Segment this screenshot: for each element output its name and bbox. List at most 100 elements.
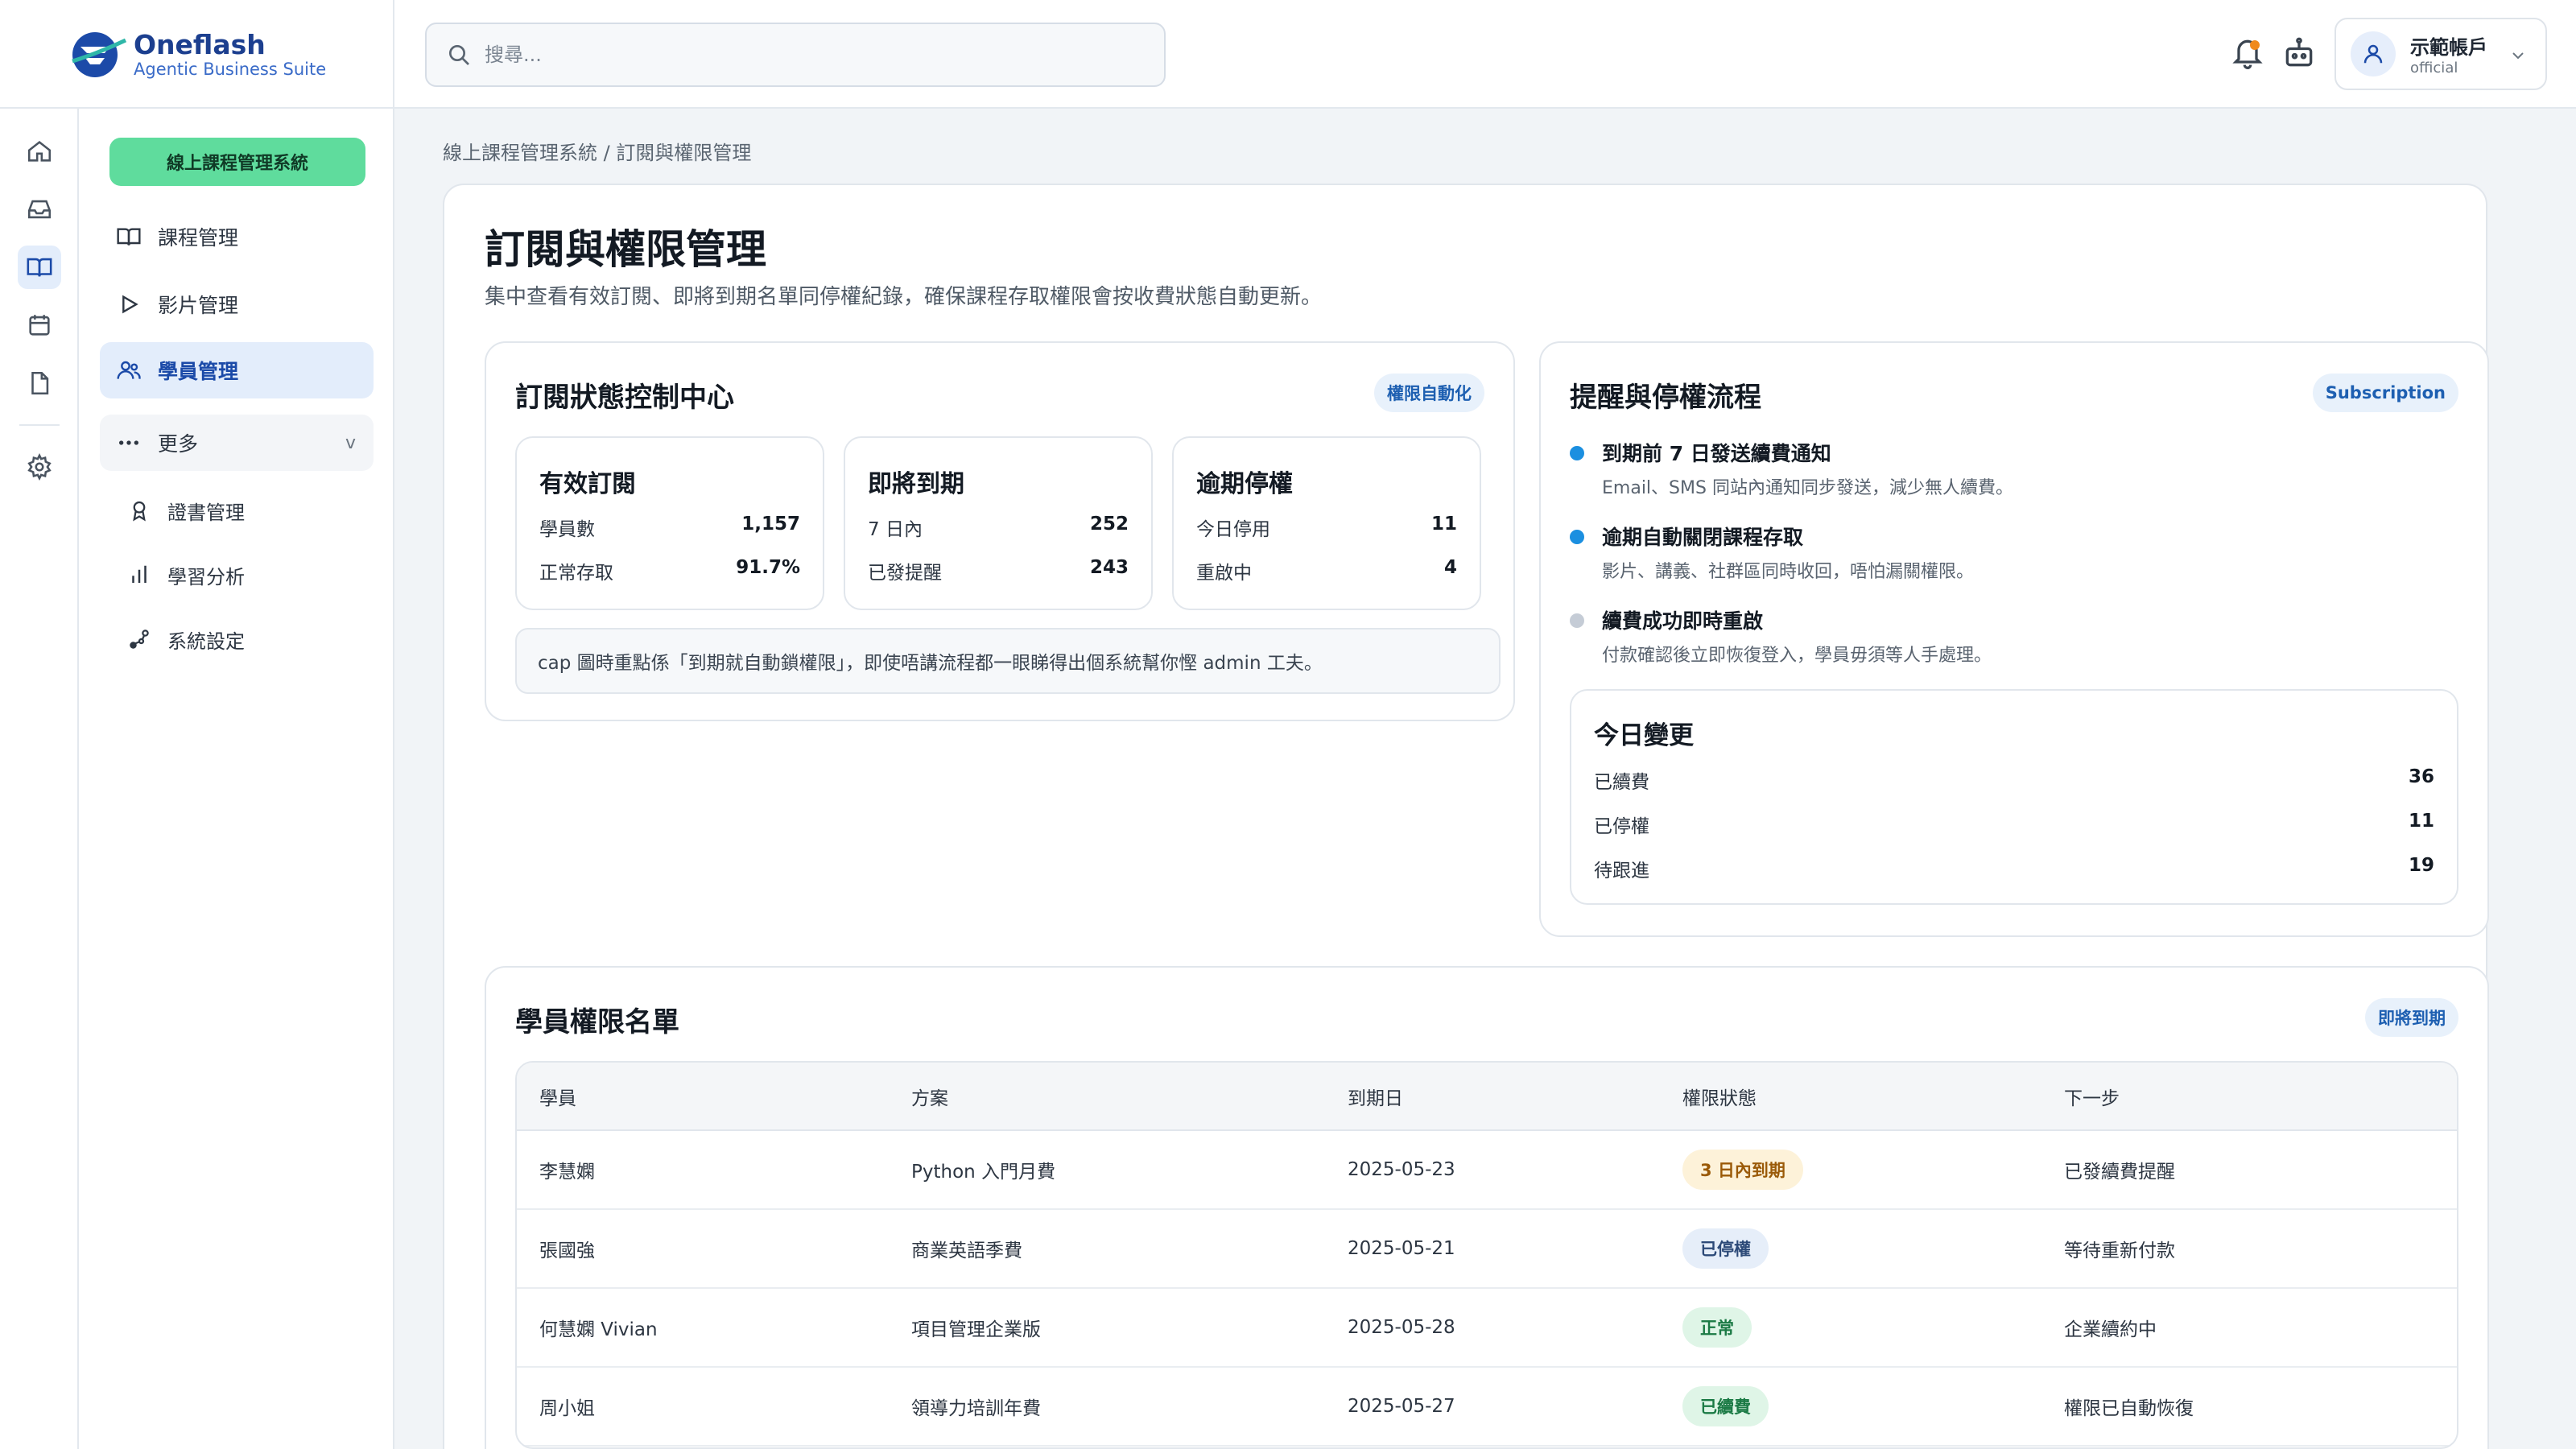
table-row[interactable]: 張國強 商業英語季費 2025-05-21 已停權 等待重新付款 bbox=[517, 1209, 2457, 1289]
table-row[interactable]: 周小姐 領導力培訓年費 2025-05-27 已續費 權限已自動恢復 bbox=[517, 1367, 2457, 1447]
status-badge: 正常 bbox=[1682, 1307, 1752, 1348]
sidebar-sub-label: 系統設定 bbox=[167, 630, 245, 653]
account-menu[interactable]: 示範帳戶 official bbox=[2334, 18, 2547, 90]
play-icon bbox=[122, 295, 138, 314]
cell-next: 權限已自動恢復 bbox=[2041, 1367, 2457, 1447]
rail-divider bbox=[19, 424, 60, 426]
stat-value: 11 bbox=[1430, 514, 1457, 535]
bell-icon[interactable] bbox=[2230, 35, 2265, 71]
stat-label: 正常存取 bbox=[539, 563, 613, 584]
status-badge: 3 日內到期 bbox=[1682, 1150, 1803, 1190]
column-header[interactable]: 方案 bbox=[889, 1063, 1325, 1131]
rail-files[interactable] bbox=[18, 361, 61, 405]
sidebar-more-label: 更多 bbox=[158, 432, 199, 456]
breadcrumb: 線上課程管理系統 / 訂閱與權限管理 bbox=[443, 142, 752, 164]
stat-row: 正常存取 91.7% bbox=[539, 557, 800, 584]
stat-label: 已發提醒 bbox=[868, 563, 942, 584]
column-header[interactable]: 學員 bbox=[517, 1063, 889, 1131]
robot-icon[interactable] bbox=[2281, 35, 2317, 71]
cell-plan: Python 入門月費 bbox=[889, 1130, 1325, 1210]
stat-title: 有效訂閱 bbox=[539, 470, 636, 498]
sidebar-sub-settings[interactable]: 系統設定 bbox=[127, 615, 245, 663]
gear-icon bbox=[27, 453, 52, 481]
stat-card-expiring: 即將到期 7 日內 252 已發提醒 243 bbox=[844, 436, 1153, 610]
column-header[interactable]: 權限狀態 bbox=[1660, 1063, 2041, 1131]
avatar bbox=[2351, 31, 2396, 76]
sidebar-sub-label: 證書管理 bbox=[167, 501, 245, 524]
today-label: 已停權 bbox=[1594, 816, 1649, 837]
automation-tag: 權限自動化 bbox=[1374, 374, 1484, 412]
rail-calendar[interactable] bbox=[18, 303, 61, 347]
stat-value: 91.7% bbox=[736, 557, 800, 578]
today-row: 待跟進 19 bbox=[1594, 855, 2434, 882]
flow-panel: 提醒與停權流程 Subscription 到期前 7 日發送續費通知 Email… bbox=[1539, 341, 2489, 937]
inbox-icon bbox=[27, 200, 52, 219]
cell-student: 張國強 bbox=[517, 1209, 889, 1289]
cell-plan: 項目管理企業版 bbox=[889, 1288, 1325, 1368]
table-row[interactable]: 何慧嫻 Vivian 項目管理企業版 2025-05-28 正常 企業續約中 bbox=[517, 1288, 2457, 1368]
file-icon bbox=[31, 371, 49, 395]
brand[interactable]: Oneflash Agentic Business Suite bbox=[0, 0, 394, 109]
sidebar-item-courses[interactable]: 課程管理 bbox=[100, 208, 374, 265]
today-label: 待跟進 bbox=[1594, 861, 1649, 881]
roster-panel: 學員權限名單 即將到期 學員 方案 到期日 權限狀態 下一步 李慧嫻 Pytho… bbox=[485, 966, 2489, 1449]
search-input[interactable] bbox=[485, 43, 1129, 66]
search-icon bbox=[449, 45, 469, 65]
brand-name: Oneflash bbox=[134, 28, 266, 60]
sidebar-sub-analytics[interactable]: 學習分析 bbox=[127, 551, 245, 599]
cell-status: 已續費 bbox=[1660, 1367, 2041, 1447]
cell-next: 等待重新付款 bbox=[2041, 1209, 2457, 1289]
search-box[interactable] bbox=[425, 23, 1166, 87]
cell-next: 已發續費提醒 bbox=[2041, 1130, 2457, 1210]
roster-table: 學員 方案 到期日 權限狀態 下一步 李慧嫻 Python 入門月費 2025-… bbox=[515, 1061, 2458, 1449]
stat-label: 學員數 bbox=[539, 519, 595, 540]
sidebar-item-students[interactable]: 學員管理 bbox=[100, 342, 374, 398]
rail-courses[interactable] bbox=[18, 246, 61, 289]
cell-expiry: 2025-05-27 bbox=[1325, 1367, 1660, 1447]
cell-student: 李慧嫻 bbox=[517, 1130, 889, 1210]
sidebar-item-videos[interactable]: 影片管理 bbox=[100, 276, 374, 332]
calendar-icon bbox=[29, 315, 50, 336]
cell-next: 企業續約中 bbox=[2041, 1288, 2457, 1368]
sidebar-more[interactable]: 更多 v bbox=[100, 415, 374, 471]
column-header[interactable]: 下一步 bbox=[2041, 1063, 2457, 1131]
cell-expiry: 2025-05-21 bbox=[1325, 1209, 1660, 1289]
cell-student: 何慧嫻 Vivian bbox=[517, 1288, 889, 1368]
today-value: 11 bbox=[2408, 811, 2434, 832]
sidebar-item-label: 學員管理 bbox=[158, 360, 239, 383]
stat-label: 7 日內 bbox=[868, 519, 923, 540]
today-row: 已停權 11 bbox=[1594, 811, 2434, 838]
page-description: 集中查看有效訂閱、即將到期名單同停權紀錄，確保課程存取權限會按收費狀態自動更新。 bbox=[485, 285, 1323, 309]
status-badge: 已續費 bbox=[1682, 1386, 1769, 1426]
stat-value: 252 bbox=[1089, 514, 1129, 535]
stat-label: 今日停用 bbox=[1196, 519, 1270, 540]
today-label: 已續費 bbox=[1594, 772, 1649, 793]
rail-settings[interactable] bbox=[18, 445, 61, 489]
account-role: official bbox=[2410, 60, 2458, 76]
step-description: 付款確認後立即恢復登入，學員毋須等人手處理。 bbox=[1602, 646, 1992, 666]
panel-title: 提醒與停權流程 bbox=[1570, 382, 1761, 414]
stat-title: 逾期停權 bbox=[1196, 470, 1293, 498]
rail-inbox[interactable] bbox=[18, 188, 61, 231]
step-dot bbox=[1570, 446, 1584, 460]
bar-chart-icon bbox=[132, 565, 147, 583]
status-badge: 已停權 bbox=[1682, 1228, 1769, 1269]
stat-row: 今日停用 11 bbox=[1196, 514, 1457, 541]
side-nav: 線上課程管理系統 課程管理 影片管理 學員管理 更多 v 證書管理 學習分析 系… bbox=[79, 109, 394, 1449]
system-button[interactable]: 線上課程管理系統 bbox=[109, 138, 365, 186]
sidebar-item-label: 課程管理 bbox=[158, 226, 239, 250]
stat-row: 學員數 1,157 bbox=[539, 514, 800, 541]
today-changes-box: 今日變更 已續費 36 已停權 11 待跟進 19 bbox=[1570, 689, 2458, 905]
brand-tagline: Agentic Business Suite bbox=[134, 59, 327, 79]
sidebar-item-label: 影片管理 bbox=[158, 294, 239, 317]
column-header[interactable]: 到期日 bbox=[1325, 1063, 1660, 1131]
expiring-tag[interactable]: 即將到期 bbox=[2365, 998, 2458, 1037]
table-row[interactable]: 李慧嫻 Python 入門月費 2025-05-23 3 日內到期 已發續費提醒 bbox=[517, 1130, 2457, 1210]
today-row: 已續費 36 bbox=[1594, 766, 2434, 794]
sidebar-sub-certificates[interactable]: 證書管理 bbox=[127, 486, 245, 535]
book-open-icon bbox=[27, 258, 52, 277]
step-dot bbox=[1570, 530, 1584, 544]
rail-home[interactable] bbox=[18, 130, 61, 173]
table-header-row: 學員 方案 到期日 權限狀態 下一步 bbox=[517, 1063, 2457, 1131]
icon-rail bbox=[0, 109, 79, 1449]
